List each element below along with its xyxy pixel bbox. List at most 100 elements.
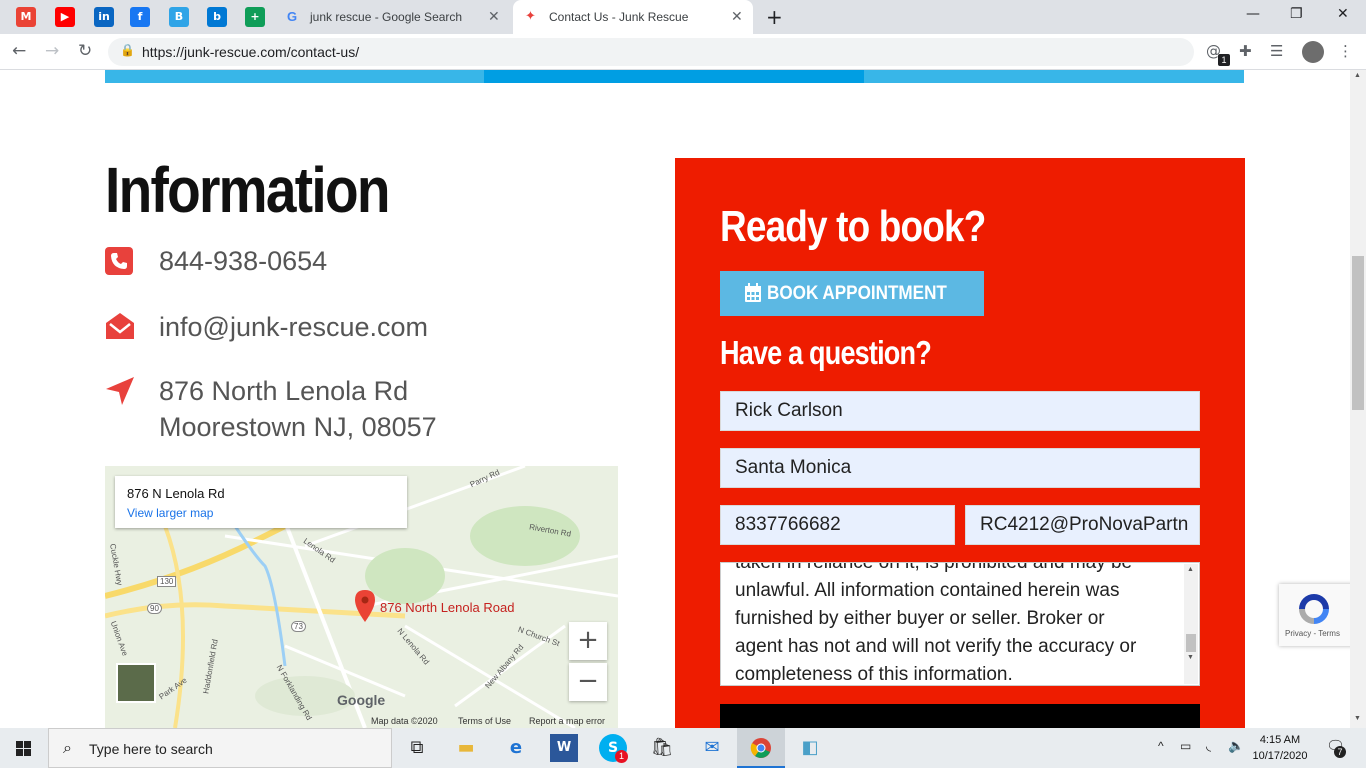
textarea-scroll-thumb[interactable] xyxy=(1186,634,1196,652)
task-view-icon[interactable]: ⧉ xyxy=(403,734,431,762)
view-larger-map-link[interactable]: View larger map xyxy=(127,506,213,520)
calendar-icon xyxy=(744,283,762,309)
profile-avatar[interactable] xyxy=(1302,41,1324,63)
city-field[interactable]: Santa Monica xyxy=(720,448,1200,488)
book-appointment-button[interactable]: BOOK APPOINTMENT xyxy=(720,271,984,316)
taskbar-search-placeholder: Type here to search xyxy=(89,741,213,757)
have-a-question-heading: Have a question? xyxy=(720,334,932,371)
chrome-icon[interactable] xyxy=(747,734,775,762)
mail-icon[interactable]: ✉ xyxy=(698,734,726,762)
envelope-icon xyxy=(104,310,136,342)
scroll-down-icon[interactable]: ▼ xyxy=(1187,654,1194,661)
lock-icon: 🔒 xyxy=(120,43,135,57)
plus-app-icon[interactable]: + xyxy=(245,7,265,27)
youtube-icon[interactable]: ▶ xyxy=(55,7,75,27)
tab-title: junk rescue - Google Search xyxy=(310,10,463,24)
edge-browser-icon[interactable]: e xyxy=(502,734,530,762)
map-pin-icon[interactable] xyxy=(355,590,375,622)
map-zoom-out-button[interactable]: − xyxy=(569,663,607,701)
message-line: taken in reliance on it, is prohibited a… xyxy=(735,562,1133,573)
top-nav-bar-segment xyxy=(105,70,484,83)
volume-icon[interactable]: 🔈 xyxy=(1228,738,1244,754)
name-field[interactable]: Rick Carlson xyxy=(720,391,1200,431)
map-terms-link[interactable]: Terms of Use xyxy=(458,716,511,726)
email-address[interactable]: info@junk-rescue.com xyxy=(159,312,428,343)
message-line: unlawful. All information contained here… xyxy=(735,580,1120,601)
page-scroll-thumb[interactable] xyxy=(1352,256,1364,410)
clock-date: 10/17/2020 xyxy=(1252,750,1308,762)
message-text: taken in reliance on it, is prohibited a… xyxy=(735,562,1175,685)
message-textarea[interactable]: taken in reliance on it, is prohibited a… xyxy=(720,562,1200,686)
close-tab-icon[interactable]: ✕ xyxy=(488,8,500,25)
app-icon[interactable]: ◧ xyxy=(796,734,824,762)
skype-badge: 1 xyxy=(615,750,628,763)
map-card-address: 876 N Lenola Rd xyxy=(127,486,225,501)
search-icon: ⌕ xyxy=(63,738,72,757)
file-explorer-icon[interactable]: ▬ xyxy=(452,734,480,762)
close-tab-icon[interactable]: ✕ xyxy=(731,8,743,25)
chrome-menu-icon[interactable]: ⋮ xyxy=(1338,42,1353,60)
gmail-icon[interactable]: M xyxy=(16,7,36,27)
windows-start-button[interactable] xyxy=(0,728,48,768)
puzzle-extensions-icon[interactable]: ✚ xyxy=(1239,42,1252,60)
new-tab-plus-icon[interactable]: + xyxy=(766,5,783,29)
extension-badge: 1 xyxy=(1218,54,1230,66)
email-field[interactable]: RC4212@ProNovaPartn xyxy=(965,505,1200,545)
minimize-window-icon[interactable]: — xyxy=(1246,6,1260,22)
scroll-up-icon[interactable]: ▲ xyxy=(1354,72,1361,79)
recaptcha-logo-icon xyxy=(1295,590,1333,633)
google-logo: Google xyxy=(337,692,386,708)
message-line: furnished by either buyer or seller. Bro… xyxy=(735,608,1105,629)
tab-google-search[interactable]: G junk rescue - Google Search ✕ xyxy=(274,0,512,34)
address-bar[interactable]: 🔒 https://junk-rescue.com/contact-us/ xyxy=(108,38,1194,66)
url-text: https://junk-rescue.com/contact-us/ xyxy=(142,44,360,60)
map-report-error-link[interactable]: Report a map error xyxy=(529,716,605,726)
bing-icon[interactable]: b xyxy=(207,7,227,27)
system-clock[interactable]: 4:15 AM 10/17/2020 xyxy=(1250,732,1310,764)
page-content: Information 844-938-0654 info@junk-rescu… xyxy=(0,70,1350,728)
scroll-up-icon[interactable]: ▲ xyxy=(1187,566,1194,573)
browser-tab-strip: M ▶ in f Bb + G junk rescue - Google Search ✕… xyxy=(0,0,1366,34)
bookmark-b-icon[interactable]: B xyxy=(169,7,189,27)
windows-taskbar: ⌕ Type here to search ⧉ ▬ e W S 1 🛍 ✉ ◧ … xyxy=(0,728,1366,768)
taskbar-search-box[interactable]: ⌕ Type here to search xyxy=(48,728,392,768)
phone-number[interactable]: 844-938-0654 xyxy=(159,246,327,277)
page-scrollbar[interactable]: ▲ ▼ xyxy=(1350,70,1366,728)
media-queue-icon[interactable]: ☰ xyxy=(1270,42,1283,60)
map-zoom-in-button[interactable]: + xyxy=(569,622,607,660)
facebook-icon[interactable]: f xyxy=(130,7,150,27)
information-heading: Information xyxy=(105,154,390,226)
map-pin-label: 876 North Lenola Road xyxy=(380,600,515,615)
submit-button[interactable] xyxy=(720,704,1200,728)
phone-icon xyxy=(104,246,136,278)
word-icon[interactable]: W xyxy=(550,734,578,762)
wifi-icon[interactable]: ◟ xyxy=(1206,738,1211,754)
phone-field[interactable]: 8337766682 xyxy=(720,505,955,545)
back-arrow-icon[interactable]: ← xyxy=(12,41,26,61)
textarea-scrollbar[interactable]: ▲ ▼ xyxy=(1184,564,1198,684)
notification-count: 7 xyxy=(1334,746,1346,758)
tab-contact-us[interactable]: ✦ Contact Us - Junk Rescue ✕ xyxy=(513,0,753,34)
google-g-icon: G xyxy=(287,9,298,24)
store-icon[interactable]: 🛍 xyxy=(648,734,676,762)
booking-panel: Ready to book? BOOK APPOINTMENT Have a q… xyxy=(675,158,1245,728)
reload-icon[interactable]: ↻ xyxy=(78,41,92,61)
road-label: 130 xyxy=(157,576,177,587)
embedded-google-map[interactable]: 876 N Lenola Rd View larger map 876 Nort… xyxy=(105,466,618,728)
message-line: completeness of this information. xyxy=(735,664,1013,685)
ready-to-book-heading: Ready to book? xyxy=(720,202,986,251)
map-info-card: 876 N Lenola Rd View larger map xyxy=(115,476,407,528)
linkedin-icon[interactable]: in xyxy=(94,7,114,27)
battery-icon[interactable]: ▭ xyxy=(1180,739,1191,753)
restore-window-icon[interactable]: ❐ xyxy=(1290,6,1303,22)
forward-arrow-icon[interactable]: → xyxy=(45,41,59,61)
recaptcha-terms[interactable]: Privacy - Terms xyxy=(1285,629,1340,638)
close-window-icon[interactable]: ✕ xyxy=(1337,6,1349,22)
road-label: 73 xyxy=(291,621,306,632)
message-line: agent has not and will not verify the ac… xyxy=(735,636,1137,657)
recaptcha-badge[interactable]: Privacy - Terms xyxy=(1279,584,1350,646)
location-arrow-icon xyxy=(104,375,136,407)
show-hidden-icons-icon[interactable]: ^ xyxy=(1158,739,1164,753)
address-line-1: 876 North Lenola Rd xyxy=(159,376,409,406)
scroll-down-icon[interactable]: ▼ xyxy=(1354,715,1361,722)
